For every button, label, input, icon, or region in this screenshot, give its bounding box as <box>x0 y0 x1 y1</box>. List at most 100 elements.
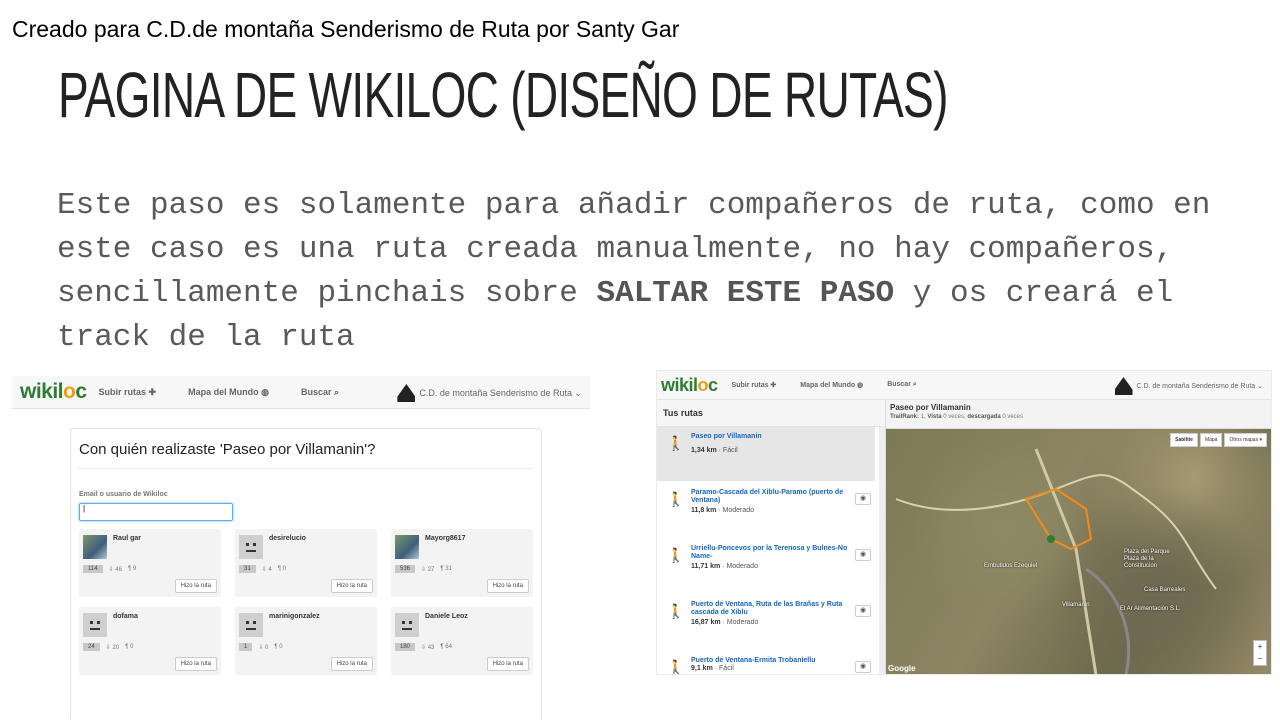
route-item[interactable]: 🚶 Paramo-Cascada del Xiblu-Paramo (puert… <box>657 483 875 537</box>
map-type-satellite[interactable]: Satélite <box>1170 433 1198 447</box>
user-stats: 536 ⇩ 27 ¶ 31 <box>395 565 452 573</box>
map-label: Villamanin <box>1062 602 1090 608</box>
did-route-button[interactable]: Hizo la ruta <box>330 579 373 593</box>
user-name[interactable]: marinigonzalez <box>269 613 320 620</box>
eye-icon[interactable]: ◉ <box>855 661 871 673</box>
modal-divider <box>79 468 533 469</box>
user-stats: 114 ⇩ 46 ¶ 9 <box>83 565 136 573</box>
companions-modal: Con quién realizaste 'Paseo por Villaman… <box>70 428 542 720</box>
route-name[interactable]: Paseo por Villamanin <box>691 433 851 441</box>
map-type-controls: Satélite Mapa Otros mapas ▾ <box>1170 433 1267 447</box>
route-meta: 11,71 km · Moderado <box>691 563 758 570</box>
user-card: Daniele Leoz 180 ⇩ 43 ¶ 64 Hizo la ruta <box>391 607 533 675</box>
map-route-stats: TrailRank: 1, Vista 0 veces, descargada … <box>890 414 1024 420</box>
nav-search[interactable]: Buscar ⌕ <box>301 387 339 398</box>
route-name[interactable]: Puerto de Ventana-Ermita Trobaniellu <box>691 657 851 665</box>
user-name[interactable]: desirelucio <box>269 535 306 542</box>
did-route-button[interactable]: Hizo la ruta <box>486 657 529 671</box>
nav-upload-routes[interactable]: Subir rutas ✚ <box>732 381 777 389</box>
sidebar-title: Tus rutas <box>657 400 885 427</box>
user-avatar <box>83 535 107 559</box>
club-logo-icon <box>397 384 416 402</box>
google-attribution: Google <box>888 664 916 673</box>
zoom-in-icon[interactable]: + <box>1254 641 1266 653</box>
route-item[interactable]: 🚶 Paseo por Villamanin 1,34 km · Fácil <box>657 427 875 481</box>
nav-world-map[interactable]: Mapa del Mundo ◍ <box>800 381 863 389</box>
nav-world-map[interactable]: Mapa del Mundo ◍ <box>188 387 269 398</box>
map-label: Casa Barreales <box>1144 587 1186 593</box>
user-avatar <box>83 613 107 637</box>
user-name[interactable]: Raul gar <box>113 535 141 542</box>
route-meta: 11,8 km · Moderado <box>691 507 755 514</box>
club-logo-icon <box>1114 377 1133 395</box>
route-meta: 9,1 km · Fácil <box>691 665 734 672</box>
route-item[interactable]: 🚶 Puerto de Ventana, Ruta de las Brañas … <box>657 595 875 649</box>
map-label: Embutidos Ezequiel <box>984 563 1038 569</box>
eye-icon[interactable]: ◉ <box>855 493 871 505</box>
route-meta: 16,87 km · Moderado <box>691 619 759 626</box>
user-name[interactable]: Mayorg8617 <box>425 535 465 542</box>
user-avatar <box>239 535 263 559</box>
sidebar-scrollbar[interactable] <box>879 427 885 674</box>
did-route-button[interactable]: Hizo la ruta <box>174 657 217 671</box>
top-nav: wikiloc Subir rutas ✚ Mapa del Mundo ◍ B… <box>657 371 1271 400</box>
route-name[interactable]: Urriellu-Poncevos por la Terenosa y Buln… <box>691 545 851 561</box>
did-route-button[interactable]: Hizo la ruta <box>174 579 217 593</box>
slide-body-text: Este paso es solamente para añadir compa… <box>57 184 1247 360</box>
zoom-out-icon[interactable]: − <box>1254 653 1266 665</box>
map-header: Paseo por Villamanin TrailRank: 1, Vista… <box>886 400 1271 429</box>
user-avatar <box>395 613 419 637</box>
email-label: Email o usuario de Wikiloc <box>79 491 168 498</box>
routes-screenshot: wikiloc Subir rutas ✚ Mapa del Mundo ◍ B… <box>656 370 1272 675</box>
top-nav: wikiloc Subir rutas ✚ Mapa del Mundo ◍ B… <box>12 376 590 409</box>
wikiloc-logo[interactable]: wikiloc <box>20 380 87 404</box>
route-name[interactable]: Paramo-Cascada del Xiblu-Paramo (puerto … <box>691 489 851 505</box>
nav-user-menu[interactable]: C.D. de montaña Senderismo de Ruta ⌄ <box>397 384 582 402</box>
body-bold: SALTAR ESTE PASO <box>596 276 895 311</box>
user-stats: 1 ⇩ 0 ¶ 0 <box>239 643 283 651</box>
user-name[interactable]: Daniele Leoz <box>425 613 468 620</box>
hiking-icon: 🚶 <box>667 435 685 451</box>
did-route-button[interactable]: Hizo la ruta <box>330 657 373 671</box>
user-card: dofama 24 ⇩ 20 ¶ 0 Hizo la ruta <box>79 607 221 675</box>
eye-icon[interactable]: ◉ <box>855 549 871 561</box>
zoom-controls[interactable]: + − <box>1253 640 1267 666</box>
hiking-icon: 🚶 <box>667 491 685 507</box>
modal-title: Con quién realizaste 'Paseo por Villaman… <box>79 441 376 458</box>
map-route-title: Paseo por Villamanin <box>890 403 971 412</box>
user-stats: 31 ⇩ 4 ¶ 0 <box>239 565 286 573</box>
user-avatar <box>395 535 419 559</box>
route-item[interactable]: 🚶 Puerto de Ventana-Ermita Trobaniellu 9… <box>657 651 875 675</box>
nav-upload-routes[interactable]: Subir rutas ✚ <box>99 387 157 398</box>
user-card: Mayorg8617 536 ⇩ 27 ¶ 31 Hizo la ruta <box>391 529 533 597</box>
user-card: marinigonzalez 1 ⇩ 0 ¶ 0 Hizo la ruta <box>235 607 377 675</box>
map-type-map[interactable]: Mapa <box>1199 433 1223 447</box>
route-item[interactable]: 🚶 Urriellu-Poncevos por la Terenosa y Bu… <box>657 539 875 593</box>
map-label: El Ar Alimentación S.L. <box>1120 606 1181 612</box>
did-route-button[interactable]: Hizo la ruta <box>486 579 529 593</box>
nav-user-menu[interactable]: C.D. de montaña Senderismo de Ruta ⌄ <box>1114 377 1263 395</box>
routes-sidebar: Tus rutas 🚶 Paseo por Villamanin 1,34 km… <box>657 400 886 674</box>
eye-icon[interactable]: ◉ <box>855 605 871 617</box>
nav-search[interactable]: Buscar ⌕ <box>887 381 917 389</box>
hiking-icon: 🚶 <box>667 659 685 675</box>
hiking-icon: 🚶 <box>667 603 685 619</box>
user-card: desirelucio 31 ⇩ 4 ¶ 0 Hizo la ruta <box>235 529 377 597</box>
slide-credit: Creado para C.D.de montaña Senderismo de… <box>12 16 680 42</box>
user-stats: 24 ⇩ 20 ¶ 0 <box>83 643 133 651</box>
map-type-other[interactable]: Otros mapas ▾ <box>1224 433 1267 447</box>
companions-screenshot: wikiloc Subir rutas ✚ Mapa del Mundo ◍ B… <box>12 376 590 720</box>
slide-title: PAGINA DE WIKILOC (DISEÑO DE RUTAS) <box>58 59 948 131</box>
user-name[interactable]: dofama <box>113 613 138 620</box>
route-name[interactable]: Puerto de Ventana, Ruta de las Brañas y … <box>691 601 851 617</box>
route-track <box>895 448 1217 674</box>
satellite-map[interactable]: Satélite Mapa Otros mapas ▾ Embutidos Ez… <box>886 429 1271 674</box>
hiking-icon: 🚶 <box>667 547 685 563</box>
user-avatar <box>239 613 263 637</box>
route-meta: 1,34 km · Fácil <box>691 447 738 454</box>
user-stats: 180 ⇩ 43 ¶ 64 <box>395 643 452 651</box>
email-input[interactable]: | <box>79 503 233 521</box>
map-label: Plaza del Parque Plaza de la Constitucio… <box>1124 549 1170 569</box>
user-card: Raul gar 114 ⇩ 46 ¶ 9 Hizo la ruta <box>79 529 221 597</box>
wikiloc-logo[interactable]: wikiloc <box>661 375 718 396</box>
